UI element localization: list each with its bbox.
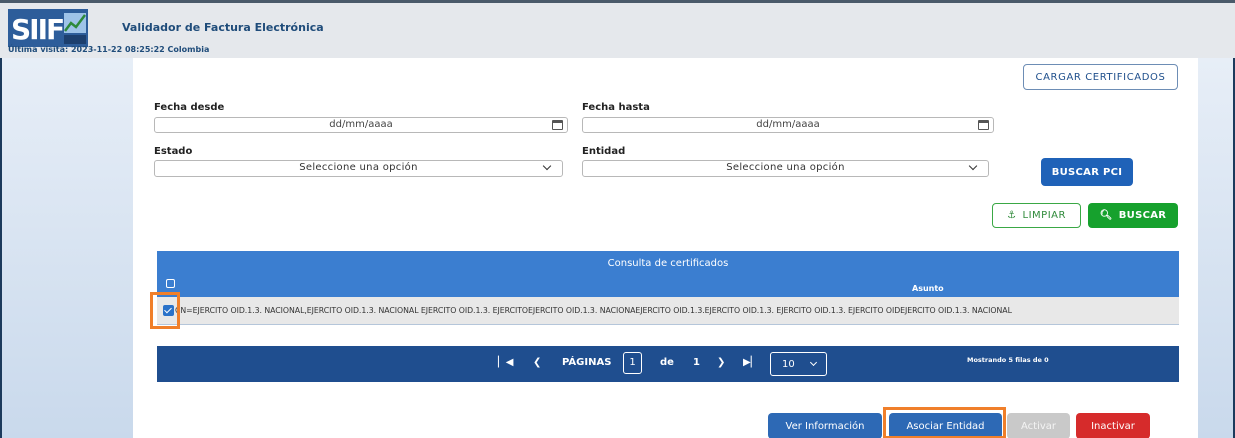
select-all-checkbox[interactable]: [166, 279, 175, 288]
chevron-down-icon: [809, 358, 818, 367]
column-header-asunto: Asunto: [912, 284, 944, 293]
calendar-icon[interactable]: [552, 120, 563, 130]
last-visit: Última visita: 2023-11-22 08:25:22 Colom…: [8, 45, 210, 54]
right-background: [1198, 58, 1235, 438]
certificados-table: Consulta de certificados Asunto CN=EJERC…: [157, 251, 1179, 326]
limpiar-label: LIMPIAR: [1022, 210, 1066, 221]
last-page-icon[interactable]: ▶▏: [743, 357, 758, 368]
eraser-icon: ⚓︎: [1007, 210, 1017, 221]
estado-select[interactable]: Seleccione una opción: [154, 160, 563, 177]
pagination-bar: ▏◀ ❮ PÁGINAS 1 de 1 ❯ ▶▏ 10 Mostrando 5 …: [157, 346, 1179, 382]
app-title: Validador de Factura Electrónica: [122, 21, 324, 34]
inactivar-button[interactable]: Inactivar: [1076, 413, 1150, 438]
buscar-label: BUSCAR: [1118, 210, 1167, 221]
entidad-select[interactable]: Seleccione una opción: [582, 160, 989, 177]
buscar-pci-button[interactable]: BUSCAR PCI: [1041, 158, 1133, 186]
fecha-desde-label: Fecha desde: [154, 102, 225, 113]
paginas-label: PÁGINAS: [562, 357, 612, 368]
next-page-icon[interactable]: ❯: [717, 357, 725, 368]
page-size-select[interactable]: 10: [770, 352, 827, 376]
fecha-desde-input[interactable]: dd/mm/aaaa: [154, 117, 568, 133]
current-page-input[interactable]: 1: [623, 352, 642, 374]
first-page-icon[interactable]: ▏◀: [498, 357, 513, 368]
svg-text:SIIF: SIIF: [11, 13, 63, 46]
table-row[interactable]: CN=EJERCITO OID.1.3. NACIONAL,EJERCITO O…: [157, 297, 1179, 325]
fecha-hasta-label: Fecha hasta: [582, 102, 650, 113]
buscar-button[interactable]: 🔍︎ BUSCAR: [1088, 203, 1178, 228]
siif-logo: SIIF: [8, 9, 88, 47]
row-asunto: CN=EJERCITO OID.1.3. NACIONAL,EJERCITO O…: [175, 306, 1012, 315]
asociar-entidad-highlight: [883, 407, 1006, 438]
app-header: SIIF Validador de Factura Electrónica Úl…: [0, 0, 1235, 58]
de-label: de: [660, 357, 674, 368]
row-checkbox-highlight: [150, 292, 180, 329]
entidad-label: Entidad: [582, 146, 626, 157]
pagination-info: Mostrando 5 filas de 0: [967, 356, 1049, 364]
table-title: Consulta de certificados: [607, 258, 729, 269]
calendar-icon[interactable]: [978, 120, 989, 130]
estado-label: Estado: [154, 146, 193, 157]
fecha-hasta-input[interactable]: dd/mm/aaaa: [582, 117, 994, 133]
activar-button[interactable]: Activar: [1007, 413, 1070, 438]
table-header: Consulta de certificados Asunto: [157, 251, 1179, 297]
ver-informacion-button[interactable]: Ver Información: [768, 413, 882, 438]
prev-page-icon[interactable]: ❮: [533, 357, 541, 368]
cargar-certificados-button[interactable]: CARGAR CERTIFICADOS: [1023, 64, 1178, 90]
total-pages: 1: [693, 357, 700, 368]
left-background: [0, 58, 133, 438]
limpiar-button[interactable]: ⚓︎ LIMPIAR: [992, 203, 1081, 228]
search-icon: 🔍︎: [1099, 210, 1113, 221]
